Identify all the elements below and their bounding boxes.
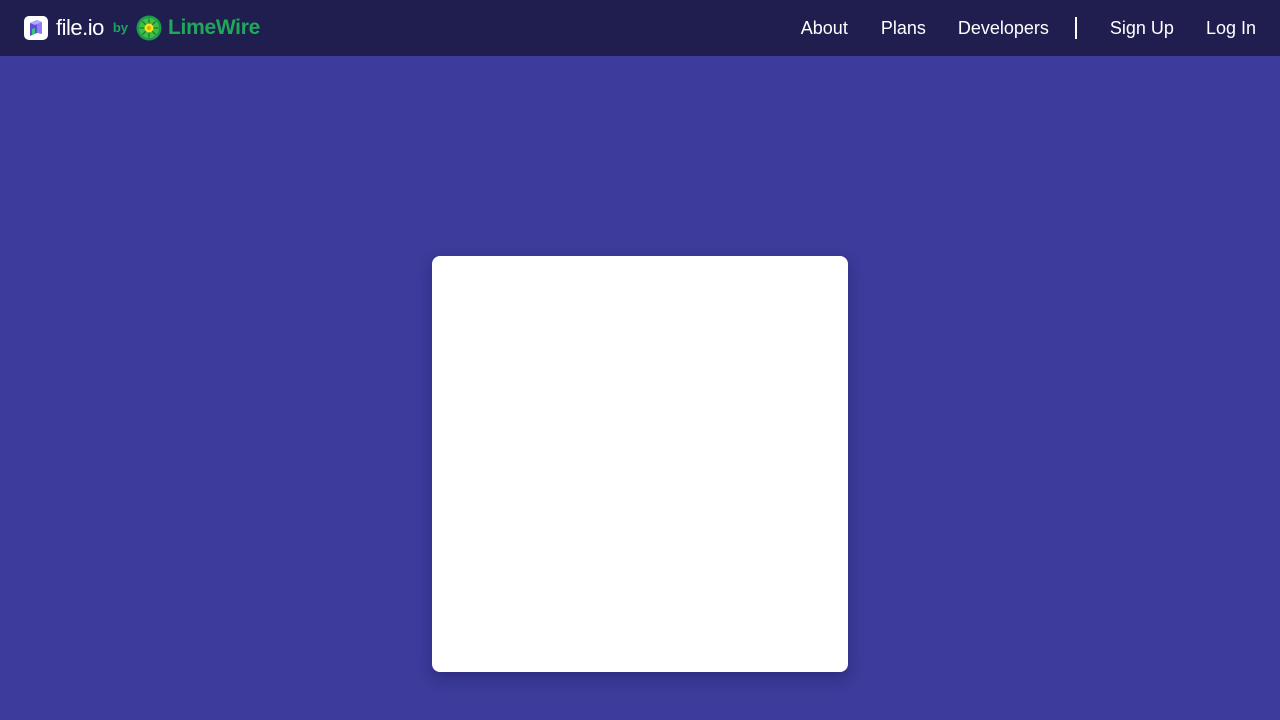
brand-home-link[interactable]: file.io by LimeWire	[24, 15, 260, 41]
nav-divider	[1074, 17, 1077, 39]
main-nav: About Plans Developers Sign Up Log In	[801, 0, 1256, 56]
upload-card[interactable]	[432, 256, 848, 672]
log-in-link[interactable]: Log In	[1206, 0, 1256, 56]
nav-about-link[interactable]: About	[801, 0, 848, 56]
brand-name: file.io	[56, 15, 104, 40]
nav-developers-link[interactable]: Developers	[958, 0, 1049, 56]
fileio-logo-icon	[24, 16, 48, 40]
top-navbar: file.io by LimeWire About Plans Develope…	[0, 0, 1280, 56]
nav-plans-link[interactable]: Plans	[881, 0, 926, 56]
limewire-logo-icon	[136, 15, 162, 41]
limewire-brand-name: LimeWire	[168, 16, 260, 39]
sign-up-link[interactable]: Sign Up	[1110, 0, 1174, 56]
brand-by-label: by	[112, 20, 129, 35]
